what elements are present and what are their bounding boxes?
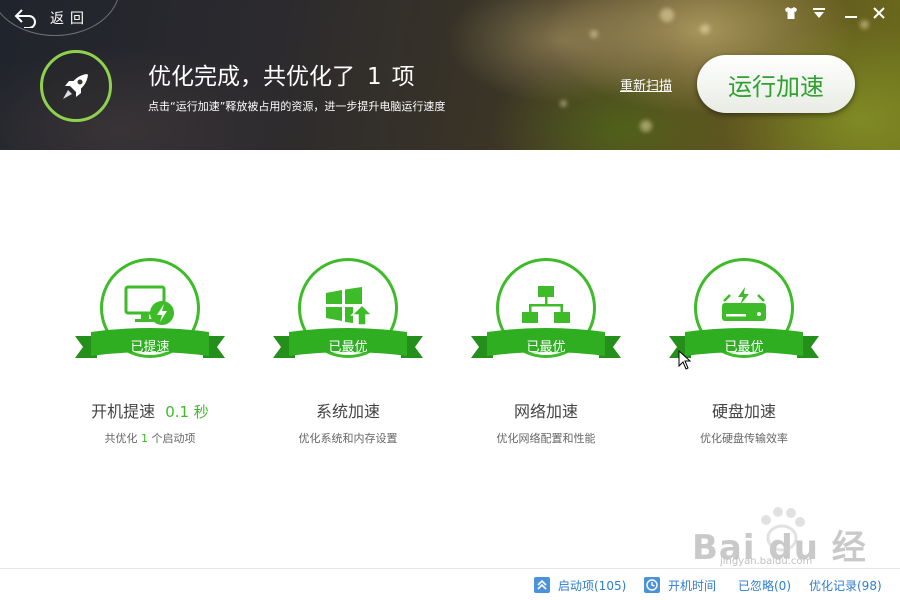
card-title-text: 开机提速 — [91, 402, 156, 421]
back-arrow-icon — [14, 9, 36, 28]
run-accelerate-button[interactable]: 运行加速 — [697, 55, 855, 113]
boot-time-link[interactable]: 开机时间 — [644, 575, 716, 595]
back-button[interactable]: 返回 — [14, 6, 90, 30]
card-title: 网络加速 — [513, 402, 578, 421]
headline-suffix: 项 — [391, 64, 415, 90]
card-title: 系统加速 — [315, 402, 380, 421]
headline-prefix: 优化完成，共优化了 — [148, 64, 355, 90]
headline-count: 1 — [367, 64, 382, 90]
rocket-icon — [63, 74, 88, 99]
close-icon[interactable] — [868, 4, 890, 22]
ignored-link[interactable]: 已忽略(0) — [738, 575, 791, 595]
boot-time-value: 0.1 秒 — [165, 403, 209, 421]
network-speedup-card: 已最优 网络加速 优化网络配置和性能 — [446, 258, 646, 458]
windows-upgrade-icon — [326, 287, 374, 326]
card-description: 共优化 1 个启动项 — [50, 430, 250, 446]
card-title: 硬盘加速 — [711, 402, 776, 421]
desc-suffix: 个启动项 — [151, 432, 196, 445]
skin-icon[interactable] — [780, 4, 802, 22]
boot-speedup-card: 已提速 开机提速 0.1 秒 共优化 1 个启动项 — [50, 258, 250, 458]
desc-count: 1 — [141, 432, 148, 445]
header-banner: 返回 优化完成，共优化了 1 项 点击“运行加速”释放被占用的资源，进一步提升电脑运… — [0, 0, 900, 150]
card-title: 开机提速 0.1 秒 — [50, 398, 250, 422]
status-badge: 已最优 — [328, 340, 368, 355]
double-up-arrow-icon — [534, 577, 550, 593]
clock-icon — [644, 577, 660, 593]
monitor-lightning-icon — [124, 285, 174, 325]
harddisk-icon — [722, 287, 766, 321]
startup-items-label: 启动项(105) — [558, 578, 627, 593]
menu-icon[interactable] — [808, 4, 830, 22]
status-badge: 已最优 — [526, 340, 566, 355]
card-description: 优化硬盘传输效率 — [700, 432, 788, 445]
card-description: 优化系统和内存设置 — [298, 432, 398, 445]
bokeh-light — [640, 120, 652, 132]
bokeh-light — [700, 24, 710, 34]
network-icon — [522, 286, 570, 323]
status-badge: 已提速 — [130, 340, 170, 355]
bokeh-light — [660, 8, 674, 22]
desc-prefix: 共优化 — [104, 432, 138, 445]
result-headline: 优化完成，共优化了 1 项 — [148, 57, 415, 91]
disk-speedup-card: 已最优 硬盘加速 优化硬盘传输效率 — [644, 258, 844, 458]
bokeh-light — [560, 100, 567, 107]
watermark-url: jingyan.baidu.com — [720, 556, 813, 567]
back-label: 返回 — [50, 11, 90, 27]
status-footer: 启动项(105) 开机时间 已忽略(0) 优化记录(98) — [0, 568, 900, 600]
history-link[interactable]: 优化记录(98) — [809, 575, 882, 595]
system-speedup-card: 已最优 系统加速 优化系统和内存设置 — [248, 258, 448, 458]
mouse-cursor-icon — [678, 350, 692, 370]
startup-items-link[interactable]: 启动项(105) — [534, 575, 626, 595]
result-subline: 点击“运行加速”释放被占用的资源，进一步提升电脑运行速度 — [148, 100, 446, 113]
boot-time-label: 开机时间 — [668, 578, 717, 593]
minimize-icon[interactable] — [840, 4, 862, 22]
card-description: 优化网络配置和性能 — [496, 432, 596, 445]
bokeh-light — [590, 30, 598, 38]
rocket-badge — [40, 50, 112, 122]
rescan-link[interactable]: 重新扫描 — [620, 75, 672, 94]
